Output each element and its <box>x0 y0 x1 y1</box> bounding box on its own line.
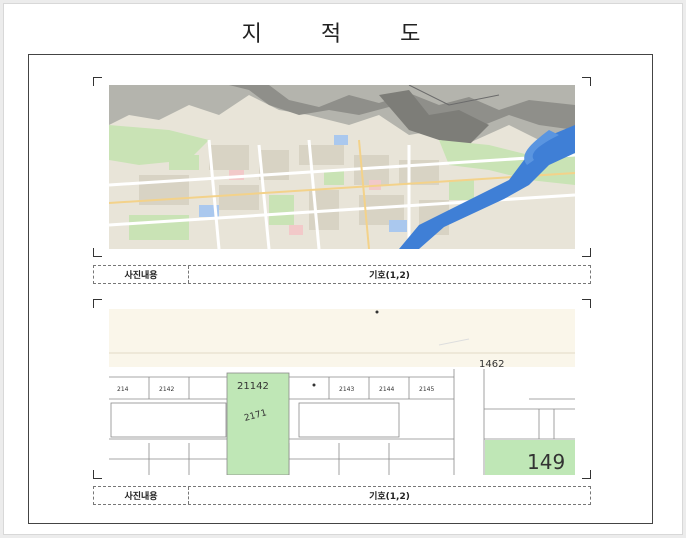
photo-caption-1: 사진내용 기호(1,2) <box>93 265 591 284</box>
caption-value: 기호(1,2) <box>369 492 410 502</box>
crop-mark <box>582 299 591 308</box>
cadastral-map-svg: 1462 21142 2171 149 214 2142 2143 2144 2… <box>109 309 575 475</box>
caption-label: 사진내용 <box>94 487 189 504</box>
aerial-map-image <box>109 85 575 249</box>
caption-label: 사진내용 <box>94 266 189 283</box>
document-sheet: 지 적 도 사진내용 기호(1,2) 1462 21142 2171 149 2… <box>3 3 683 535</box>
crop-mark <box>93 248 102 257</box>
crop-mark <box>582 248 591 257</box>
lot-number: 2142 <box>159 386 174 393</box>
crop-mark <box>93 470 102 479</box>
page-title: 지 적 도 <box>241 22 447 47</box>
cadastral-map-image: 1462 21142 2171 149 214 2142 2143 2144 2… <box>109 309 575 475</box>
photo-block-2: 1462 21142 2171 149 214 2142 2143 2144 2… <box>93 299 591 479</box>
crop-mark <box>93 77 102 86</box>
photo-caption-2: 사진내용 기호(1,2) <box>93 486 591 505</box>
lot-number: 1462 <box>479 359 504 370</box>
lot-number: 2145 <box>419 386 434 393</box>
lot-number: 2144 <box>379 386 394 393</box>
lot-number: 21142 <box>237 381 269 392</box>
crop-mark <box>582 470 591 479</box>
crop-mark <box>582 77 591 86</box>
lot-number: 214 <box>117 386 129 393</box>
lot-number: 2143 <box>339 386 354 393</box>
aerial-map-svg <box>109 85 575 249</box>
lot-number: 149 <box>527 450 565 474</box>
content-frame: 사진내용 기호(1,2) 1462 21142 2171 149 214 214… <box>28 54 653 524</box>
caption-value: 기호(1,2) <box>369 271 410 281</box>
photo-block-1 <box>93 77 591 257</box>
crop-mark <box>93 299 102 308</box>
